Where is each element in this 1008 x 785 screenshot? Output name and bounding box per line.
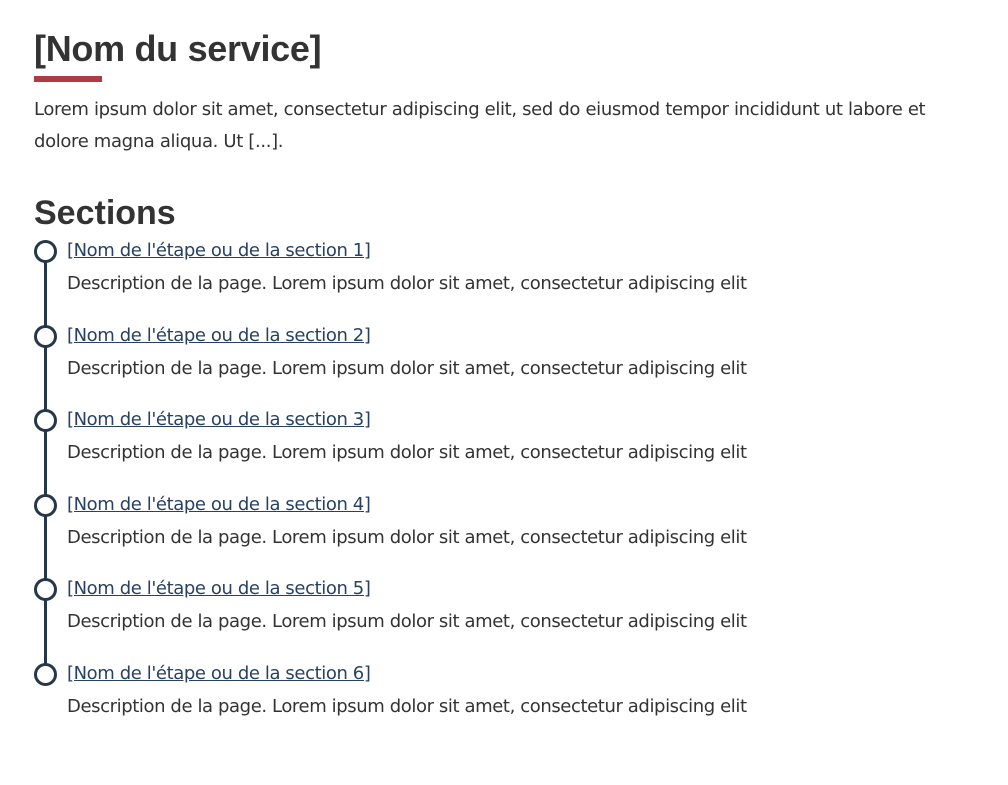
section-link-1[interactable]: [Nom de l'étape ou de la section 1] [67,239,371,263]
section-link-3[interactable]: [Nom de l'étape ou de la section 3] [67,408,371,432]
section-description: Description de la page. Lorem ipsum dolo… [67,357,747,379]
title-underline [34,76,102,82]
timeline-step: [Nom de l'étape ou de la section 6] Desc… [34,662,974,727]
timeline-step: [Nom de l'étape ou de la section 1] Desc… [34,239,974,337]
section-link-5[interactable]: [Nom de l'étape ou de la section 5] [67,577,371,601]
circle-marker-icon [34,324,57,348]
sections-timeline: [Nom de l'étape ou de la section 1] Desc… [34,240,974,727]
circle-marker-icon [34,240,57,263]
timeline-step: [Nom de l'étape ou de la section 4] Desc… [34,493,974,591]
section-description: Description de la page. Lorem ipsum dolo… [67,695,747,717]
section-link-6[interactable]: [Nom de l'étape ou de la section 6] [67,662,371,686]
section-description: Description de la page. Lorem ipsum dolo… [67,526,747,548]
section-description: Description de la page. Lorem ipsum dolo… [67,273,747,294]
page-title: [Nom du service] [34,28,322,69]
section-description: Description de la page. Lorem ipsum dolo… [67,611,747,633]
timeline-step: [Nom de l'étape ou de la section 2] Desc… [34,324,974,422]
circle-marker-icon [34,578,57,602]
sections-heading: Sections [34,194,176,232]
timeline-step: [Nom de l'étape ou de la section 5] Desc… [34,577,974,675]
section-description: Description de la page. Lorem ipsum dolo… [67,442,747,464]
intro-paragraph: Lorem ipsum dolor sit amet, consectetur … [34,99,926,152]
section-link-4[interactable]: [Nom de l'étape ou de la section 4] [67,493,371,517]
circle-marker-icon [34,493,57,517]
circle-marker-icon [34,662,57,686]
circle-marker-icon [34,409,57,433]
timeline-step: [Nom de l'étape ou de la section 3] Desc… [34,408,974,506]
page-content: [Nom du service] Lorem ipsum dolor sit a… [34,26,974,727]
section-link-2[interactable]: [Nom de l'étape ou de la section 2] [67,324,371,348]
